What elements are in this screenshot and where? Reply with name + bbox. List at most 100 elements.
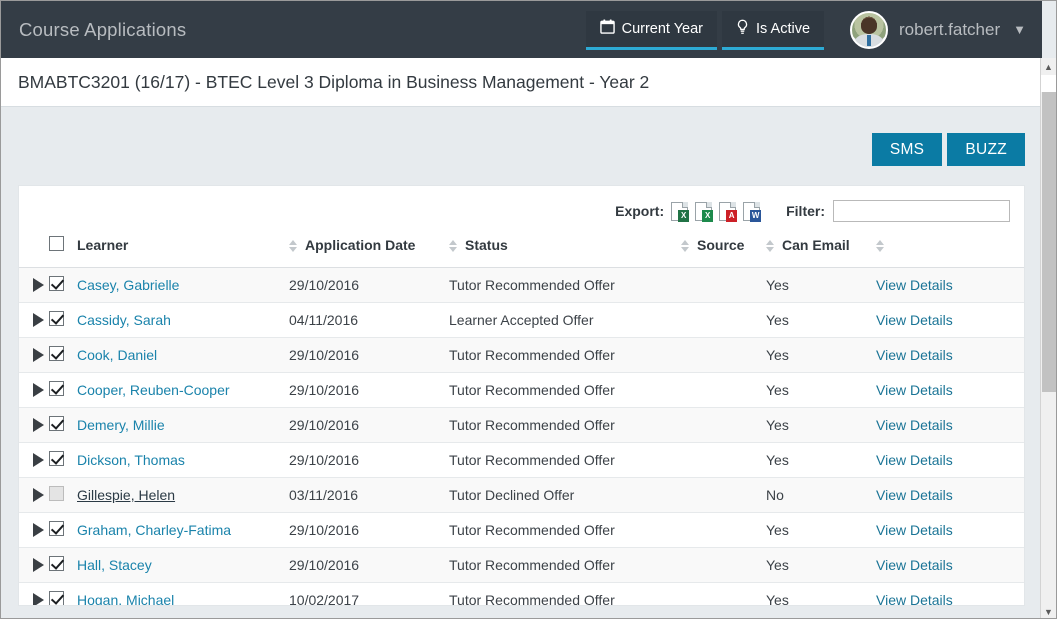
row-checkbox[interactable] [49, 311, 64, 326]
view-details-link[interactable]: View Details [876, 417, 953, 433]
can-email-cell: Yes [766, 268, 876, 303]
select-all-checkbox[interactable] [49, 236, 64, 251]
row-checkbox[interactable] [49, 521, 64, 536]
view-details-link[interactable]: View Details [876, 312, 953, 328]
learner-link[interactable]: Dickson, Thomas [77, 452, 185, 468]
view-details-link[interactable]: View Details [876, 522, 953, 538]
can-email-cell: No [766, 478, 876, 513]
row-checkbox[interactable] [49, 276, 64, 291]
col-application-date[interactable]: Application Date [289, 230, 449, 268]
sort-icon[interactable] [681, 240, 690, 252]
buzz-button[interactable]: BUZZ [947, 133, 1025, 166]
learner-link[interactable]: Hogan, Michael [77, 592, 174, 606]
expand-row-icon[interactable] [33, 558, 44, 572]
learner-link[interactable]: Gillespie, Helen [77, 487, 175, 503]
expand-row-icon[interactable] [33, 523, 44, 537]
col-status[interactable]: Status [449, 230, 681, 268]
filter-input[interactable] [833, 200, 1010, 222]
sms-button[interactable]: SMS [872, 133, 943, 166]
row-expand-cell [19, 478, 49, 513]
is-active-button[interactable]: Is Active [722, 11, 824, 47]
source-cell [681, 268, 766, 303]
row-checkbox[interactable] [49, 346, 64, 361]
export-controls: Export: X X A W [615, 202, 760, 221]
source-cell [681, 513, 766, 548]
vertical-scrollbar[interactable]: ▲ ▼ [1040, 58, 1056, 619]
sort-icon[interactable] [876, 240, 885, 252]
expand-row-icon[interactable] [33, 453, 44, 467]
sort-icon[interactable] [289, 240, 298, 252]
status-cell: Learner Accepted Offer [449, 303, 681, 338]
expand-row-icon[interactable] [33, 593, 44, 606]
lightbulb-icon [736, 19, 749, 39]
row-checkbox[interactable] [49, 451, 64, 466]
sort-icon[interactable] [449, 240, 458, 252]
learner-link[interactable]: Cassidy, Sarah [77, 312, 171, 328]
is-active-label: Is Active [756, 21, 810, 37]
row-select-cell [49, 478, 77, 513]
current-year-label: Current Year [622, 21, 703, 37]
col-learner[interactable]: Learner [77, 230, 289, 268]
chevron-down-icon: ▼ [1013, 22, 1026, 37]
learner-link[interactable]: Cooper, Reuben-Cooper [77, 382, 230, 398]
csv-export-icon[interactable]: X [671, 202, 688, 221]
table-toolbar: Export: X X A W [19, 186, 1024, 230]
row-checkbox[interactable] [49, 416, 64, 431]
status-cell: Tutor Recommended Offer [449, 373, 681, 408]
page-title: BMABTC3201 (16/17) - BTEC Level 3 Diplom… [18, 72, 649, 93]
application-date-cell: 29/10/2016 [289, 443, 449, 478]
row-expand-cell [19, 338, 49, 373]
current-year-button[interactable]: Current Year [586, 11, 717, 47]
row-checkbox [49, 486, 64, 501]
row-checkbox[interactable] [49, 381, 64, 396]
view-details-link[interactable]: View Details [876, 592, 953, 606]
sort-icon[interactable] [766, 240, 775, 252]
learner-link[interactable]: Demery, Millie [77, 417, 165, 433]
table-row: Hall, Stacey29/10/2016Tutor Recommended … [19, 548, 1025, 583]
learner-link[interactable]: Cook, Daniel [77, 347, 157, 363]
view-details-link[interactable]: View Details [876, 382, 953, 398]
source-cell [681, 548, 766, 583]
top-bar-right: Current Year Is Active r [586, 1, 1042, 58]
can-email-cell: Yes [766, 443, 876, 478]
learner-link[interactable]: Hall, Stacey [77, 557, 152, 573]
scrollbar-thumb[interactable] [1042, 92, 1056, 392]
row-checkbox[interactable] [49, 591, 64, 606]
can-email-cell: Yes [766, 513, 876, 548]
row-expand-cell [19, 373, 49, 408]
expand-row-icon[interactable] [33, 418, 44, 432]
word-export-icon[interactable]: W [743, 202, 760, 221]
pdf-export-icon[interactable]: A [719, 202, 736, 221]
scrollbar-track-top[interactable] [1041, 75, 1056, 92]
learner-link[interactable]: Graham, Charley-Fatima [77, 522, 231, 538]
learner-cell: Demery, Millie [77, 408, 289, 443]
view-details-link[interactable]: View Details [876, 557, 953, 573]
scroll-down-icon[interactable]: ▼ [1041, 603, 1056, 619]
col-actions[interactable] [876, 230, 1025, 268]
col-can-email[interactable]: Can Email [766, 230, 876, 268]
table-header-row: Learner Application Date Status Source C [19, 230, 1025, 268]
learner-link[interactable]: Casey, Gabrielle [77, 277, 179, 293]
avatar [850, 11, 888, 49]
expand-row-icon[interactable] [33, 278, 44, 292]
content-area: SMS BUZZ Export: X X A [1, 107, 1042, 619]
scroll-up-icon[interactable]: ▲ [1041, 58, 1056, 75]
view-details-link[interactable]: View Details [876, 277, 953, 293]
user-menu[interactable]: robert.fatcher ▼ [850, 11, 1026, 49]
expand-row-icon[interactable] [33, 348, 44, 362]
table-row: Demery, Millie29/10/2016Tutor Recommende… [19, 408, 1025, 443]
can-email-cell: Yes [766, 548, 876, 583]
calendar-icon [600, 19, 615, 38]
status-cell: Tutor Recommended Offer [449, 513, 681, 548]
view-details-link[interactable]: View Details [876, 487, 953, 503]
expand-row-icon[interactable] [33, 383, 44, 397]
col-source[interactable]: Source [681, 230, 766, 268]
row-checkbox[interactable] [49, 556, 64, 571]
expand-row-icon[interactable] [33, 313, 44, 327]
source-cell [681, 338, 766, 373]
application-date-cell: 10/02/2017 [289, 583, 449, 607]
expand-row-icon[interactable] [33, 488, 44, 502]
view-details-link[interactable]: View Details [876, 452, 953, 468]
view-details-link[interactable]: View Details [876, 347, 953, 363]
excel-export-icon[interactable]: X [695, 202, 712, 221]
